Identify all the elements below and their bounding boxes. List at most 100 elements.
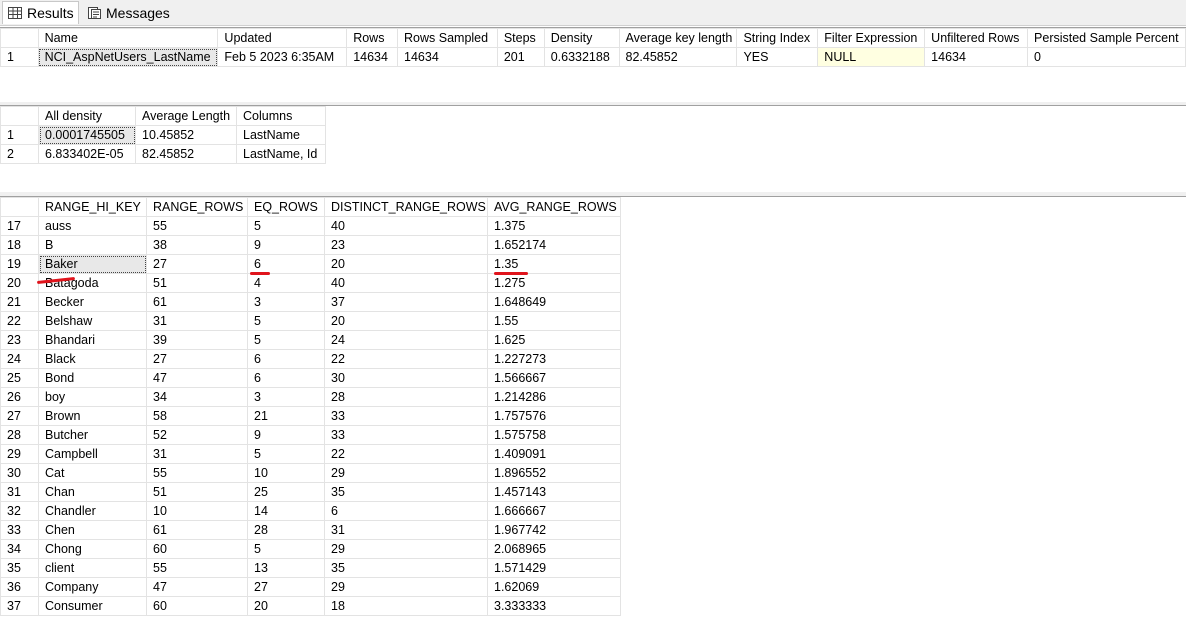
- table-cell[interactable]: 28: [247, 520, 325, 540]
- table-cell[interactable]: 3: [247, 387, 325, 407]
- table-cell[interactable]: 23: [324, 235, 488, 255]
- table-cell[interactable]: 82.45852: [618, 47, 738, 67]
- row-number[interactable]: 33: [0, 520, 39, 540]
- table-cell[interactable]: 51: [146, 482, 248, 502]
- stats-header-grid[interactable]: Name Updated Rows Rows Sampled Steps Density A…: [0, 28, 1186, 67]
- histogram-grid[interactable]: RANGE_HI_KEY RANGE_ROWS EQ_ROWS DISTINCT_RA…: [0, 197, 621, 616]
- table-cell[interactable]: 33: [324, 406, 488, 426]
- table-cell[interactable]: 6: [247, 349, 325, 369]
- table-cell[interactable]: 1.375: [487, 216, 621, 236]
- table-cell[interactable]: 29: [324, 539, 488, 559]
- table-cell[interactable]: 31: [324, 520, 488, 540]
- table-row[interactable]: 33 Chen 61 28 31 1.967742: [0, 520, 621, 540]
- column-header[interactable]: Name: [37, 28, 219, 48]
- table-cell[interactable]: 13: [247, 558, 325, 578]
- table-cell[interactable]: 1.35: [487, 254, 621, 274]
- table-cell[interactable]: 82.45852: [135, 144, 237, 164]
- table-row[interactable]: 32 Chandler 10 14 6 1.666667: [0, 501, 621, 521]
- table-cell[interactable]: LastName: [236, 125, 326, 145]
- column-header[interactable]: EQ_ROWS: [247, 197, 325, 217]
- table-cell[interactable]: 1.275: [487, 273, 621, 293]
- column-header[interactable]: AVG_RANGE_ROWS: [487, 197, 621, 217]
- table-cell[interactable]: 1.409091: [487, 444, 621, 464]
- table-cell[interactable]: 201: [496, 47, 545, 67]
- table-cell[interactable]: 1.214286: [487, 387, 621, 407]
- table-cell[interactable]: 60: [146, 596, 248, 616]
- table-cell[interactable]: 6: [247, 254, 325, 274]
- table-cell[interactable]: 1.566667: [487, 368, 621, 388]
- table-cell[interactable]: 9: [247, 425, 325, 445]
- table-cell[interactable]: Baker: [38, 254, 147, 274]
- table-row[interactable]: 25 Bond 47 6 30 1.566667: [0, 368, 621, 388]
- table-cell[interactable]: 6: [247, 368, 325, 388]
- table-cell[interactable]: 1.227273: [487, 349, 621, 369]
- table-cell[interactable]: Campbell: [38, 444, 147, 464]
- table-cell[interactable]: 3: [247, 292, 325, 312]
- table-cell[interactable]: 22: [324, 349, 488, 369]
- table-cell[interactable]: auss: [38, 216, 147, 236]
- table-cell[interactable]: NULL: [817, 47, 926, 67]
- table-cell[interactable]: 2.068965: [487, 539, 621, 559]
- row-number[interactable]: 22: [0, 311, 39, 331]
- table-row[interactable]: 30 Cat 55 10 29 1.896552: [0, 463, 621, 483]
- table-cell[interactable]: 1.666667: [487, 501, 621, 521]
- stats-header-pane[interactable]: Name Updated Rows Rows Sampled Steps Density A…: [0, 27, 1186, 103]
- table-cell[interactable]: 1.967742: [487, 520, 621, 540]
- table-cell[interactable]: 3.333333: [487, 596, 621, 616]
- table-cell[interactable]: 20: [247, 596, 325, 616]
- table-cell[interactable]: 10.45852: [135, 125, 237, 145]
- row-number[interactable]: 27: [0, 406, 39, 426]
- row-number[interactable]: 21: [0, 292, 39, 312]
- table-row[interactable]: 1 NCI_AspNetUsers_LastName Feb 5 2023 6:35…: [0, 47, 1186, 67]
- table-cell[interactable]: 1.652174: [487, 235, 621, 255]
- table-row[interactable]: 2 6.833402E-05 82.45852 LastName, Id: [0, 144, 326, 164]
- table-cell[interactable]: 20: [324, 311, 488, 331]
- row-number[interactable]: 32: [0, 501, 39, 521]
- column-header[interactable]: String Index: [736, 28, 819, 48]
- table-cell[interactable]: Feb 5 2023 6:35AM: [217, 47, 348, 67]
- table-row[interactable]: 24 Black 27 6 22 1.227273: [0, 349, 621, 369]
- row-number[interactable]: 17: [0, 216, 39, 236]
- table-cell[interactable]: 47: [146, 368, 248, 388]
- table-cell[interactable]: 0: [1027, 47, 1186, 67]
- table-row[interactable]: 26 boy 34 3 28 1.214286: [0, 387, 621, 407]
- table-cell[interactable]: 31: [146, 311, 248, 331]
- row-number[interactable]: 34: [0, 539, 39, 559]
- column-header[interactable]: Filter Expression: [817, 28, 926, 48]
- table-cell[interactable]: 21: [247, 406, 325, 426]
- row-number[interactable]: 18: [0, 235, 39, 255]
- density-vector-grid[interactable]: All density Average Length Columns 1 0.0001…: [0, 106, 326, 164]
- table-cell[interactable]: 5: [247, 330, 325, 350]
- table-cell[interactable]: Chandler: [38, 501, 147, 521]
- row-number[interactable]: 30: [0, 463, 39, 483]
- row-number[interactable]: 2: [0, 144, 39, 164]
- table-cell[interactable]: 1.648649: [487, 292, 621, 312]
- table-cell[interactable]: NCI_AspNetUsers_LastName: [37, 47, 219, 67]
- table-cell[interactable]: 27: [247, 577, 325, 597]
- table-row[interactable]: 21 Becker 61 3 37 1.648649: [0, 292, 621, 312]
- table-row[interactable]: 23 Bhandari 39 5 24 1.625: [0, 330, 621, 350]
- table-cell[interactable]: 5: [247, 444, 325, 464]
- column-header[interactable]: All density: [38, 106, 136, 126]
- table-cell[interactable]: 40: [324, 216, 488, 236]
- table-cell[interactable]: 10: [146, 501, 248, 521]
- table-cell[interactable]: 24: [324, 330, 488, 350]
- table-cell[interactable]: 1.757576: [487, 406, 621, 426]
- table-cell[interactable]: 0.0001745505: [38, 125, 136, 145]
- table-cell[interactable]: 20: [324, 254, 488, 274]
- table-cell[interactable]: 1.625: [487, 330, 621, 350]
- table-cell[interactable]: 0.6332188: [543, 47, 620, 67]
- table-row[interactable]: 22 Belshaw 31 5 20 1.55: [0, 311, 621, 331]
- table-cell[interactable]: YES: [736, 47, 819, 67]
- table-cell[interactable]: 55: [146, 463, 248, 483]
- table-cell[interactable]: 14634: [346, 47, 399, 67]
- row-number[interactable]: 19: [0, 254, 39, 274]
- table-cell[interactable]: 9: [247, 235, 325, 255]
- table-cell[interactable]: 34: [146, 387, 248, 407]
- table-row[interactable]: 1 0.0001745505 10.45852 LastName: [0, 125, 326, 145]
- table-cell[interactable]: boy: [38, 387, 147, 407]
- table-cell[interactable]: 1.896552: [487, 463, 621, 483]
- table-cell[interactable]: 58: [146, 406, 248, 426]
- column-header[interactable]: Average Length: [135, 106, 237, 126]
- column-header[interactable]: Average key length: [618, 28, 738, 48]
